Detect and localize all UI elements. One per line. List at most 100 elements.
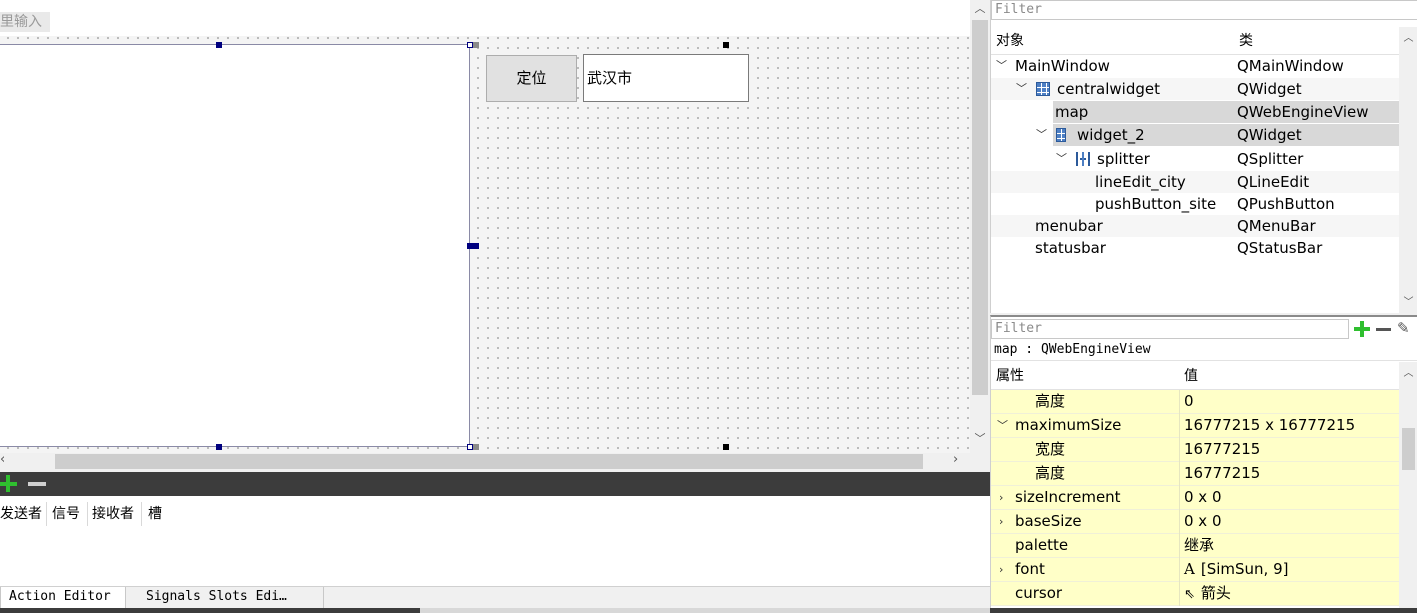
- property-filter-input[interactable]: Filter: [991, 319, 1349, 339]
- property-name: 高度: [1035, 392, 1066, 410]
- push-button-site[interactable]: 定位: [486, 55, 577, 102]
- property-name: cursor: [1015, 584, 1063, 602]
- selection-handle-top[interactable]: [216, 42, 222, 48]
- expand-chevron-icon[interactable]: ﹀: [997, 414, 1008, 437]
- property-value[interactable]: 0 x 0: [1184, 486, 1222, 509]
- canvas-horizontal-scrollbar[interactable]: ‹ ›: [0, 452, 970, 470]
- scroll-left-arrow-icon[interactable]: ‹: [0, 452, 5, 467]
- layout-handle-bottom[interactable]: [723, 444, 729, 450]
- tree-row-centralwidget[interactable]: ﹀ centralwidget QWidget: [991, 78, 1399, 100]
- collapse-chevron-icon[interactable]: ›: [999, 510, 1003, 533]
- column-header-sender-label: 发送者: [0, 506, 42, 522]
- scroll-right-arrow-icon[interactable]: ›: [953, 452, 958, 467]
- selection-handle-top-right-outer[interactable]: [473, 42, 479, 48]
- tree-row-pushbutton-site[interactable]: pushButton_site QPushButton: [991, 193, 1399, 215]
- header-object[interactable]: 对象: [996, 27, 1024, 55]
- property-row-height-max[interactable]: 高度 16777215: [991, 462, 1399, 486]
- tree-row-widget-2[interactable]: ﹀ widget_2 QWidget: [991, 124, 1399, 146]
- object-tree-header: 对象 类: [991, 27, 1399, 55]
- tree-row-map[interactable]: map QWebEngineView: [991, 101, 1399, 123]
- header-value[interactable]: 值: [1184, 362, 1198, 390]
- selection-handle-bottom[interactable]: [216, 444, 222, 450]
- property-row-basesize[interactable]: › baseSize 0 x 0: [991, 510, 1399, 534]
- column-header-slot[interactable]: 槽: [148, 502, 168, 526]
- tree-row-lineedit-city[interactable]: lineEdit_city QLineEdit: [991, 171, 1399, 193]
- tree-row-menubar[interactable]: menubar QMenuBar: [991, 215, 1399, 237]
- property-row-font[interactable]: › font A [SimSun, 9]: [991, 558, 1399, 582]
- property-name: maximumSize: [1015, 416, 1122, 434]
- property-scroll-thumb[interactable]: [1402, 428, 1415, 470]
- signal-slot-table[interactable]: ˇ 发送者 信号 接收者 槽: [0, 496, 990, 586]
- scroll-up-arrow-icon[interactable]: ︿: [1399, 364, 1417, 379]
- selected-object-caption: map : QWebEngineView: [991, 339, 1417, 361]
- expand-chevron-icon[interactable]: ﹀: [1016, 78, 1027, 100]
- expand-chevron-icon[interactable]: ﹀: [1056, 148, 1067, 170]
- column-header-sender[interactable]: ˇ 发送者: [0, 502, 47, 526]
- selection-handle-bottom-right-outer[interactable]: [473, 444, 479, 450]
- property-name: 宽度: [1035, 440, 1066, 458]
- expand-chevron-icon[interactable]: ﹀: [996, 55, 1007, 77]
- property-value[interactable]: 0: [1184, 390, 1194, 413]
- property-row-palette[interactable]: palette 继承: [991, 534, 1399, 558]
- column-header-receiver[interactable]: 接收者: [92, 502, 142, 526]
- collapse-chevron-icon[interactable]: ›: [999, 486, 1003, 509]
- signal-slot-toolbar: [0, 472, 990, 496]
- tree-row-class: QSplitter: [1237, 150, 1304, 168]
- tree-row-statusbar[interactable]: statusbar QStatusBar: [991, 237, 1399, 259]
- tree-row-name: MainWindow: [1015, 57, 1110, 75]
- scroll-down-arrow-icon[interactable]: ﹀: [970, 430, 990, 446]
- remove-property-minus-icon[interactable]: [1376, 328, 1391, 331]
- line-edit-city[interactable]: 武汉市: [583, 54, 749, 102]
- tree-row-name: map: [1055, 103, 1089, 121]
- property-scrollbar[interactable]: ︿: [1399, 362, 1417, 608]
- tab-action-editor[interactable]: Action Editor: [0, 587, 126, 609]
- tab-signals-slots-editor[interactable]: Signals Slots Edi…: [138, 587, 324, 609]
- expand-chevron-icon[interactable]: ﹀: [1036, 124, 1047, 146]
- canvas-vertical-scroll-thumb[interactable]: [972, 20, 988, 395]
- object-inspector: Filter 对象 类 ﹀ MainWindow QMainWindow ﹀ c…: [990, 0, 1417, 313]
- tree-row-name: lineEdit_city: [1095, 173, 1186, 191]
- font-glyph-icon: A: [1184, 560, 1195, 578]
- property-name: palette: [1015, 536, 1069, 554]
- property-value-font[interactable]: A [SimSun, 9]: [1184, 558, 1288, 581]
- canvas-horizontal-scroll-thumb[interactable]: [55, 454, 923, 469]
- tree-row-class: QLineEdit: [1237, 173, 1310, 191]
- form-canvas[interactable]: 里输入 定位 武汉市: [0, 0, 970, 453]
- property-value[interactable]: 继承: [1184, 534, 1214, 557]
- property-value[interactable]: 16777215 x 16777215: [1184, 414, 1355, 437]
- map-widget-selected[interactable]: [0, 44, 470, 447]
- property-value[interactable]: 16777215: [1184, 462, 1260, 485]
- configure-wrench-icon[interactable]: ✎: [1397, 319, 1410, 337]
- add-dynamic-property-plus-icon[interactable]: [1353, 320, 1371, 338]
- layout-handle-top[interactable]: [723, 42, 729, 48]
- property-value[interactable]: 16777215: [1184, 438, 1260, 461]
- column-header-signal[interactable]: 信号: [52, 502, 88, 526]
- property-value[interactable]: 0 x 0: [1184, 510, 1222, 533]
- property-row-cursor[interactable]: cursor ⇖ 箭头: [991, 582, 1399, 606]
- sort-caret-icon: ˇ: [15, 508, 20, 518]
- property-value-cursor[interactable]: ⇖ 箭头: [1184, 582, 1231, 606]
- tree-row-name: menubar: [1035, 217, 1103, 235]
- scroll-down-arrow-icon[interactable]: ﹀: [1399, 293, 1417, 308]
- tree-row-splitter[interactable]: ﹀ splitter QSplitter: [991, 148, 1399, 170]
- scroll-up-arrow-icon[interactable]: ︿: [1399, 29, 1417, 44]
- header-class[interactable]: 类: [1239, 27, 1253, 55]
- property-row-height[interactable]: 高度 0: [991, 390, 1399, 414]
- tree-row-class: QMainWindow: [1237, 57, 1344, 75]
- property-row-width[interactable]: 宽度 16777215: [991, 438, 1399, 462]
- object-tree-scrollbar[interactable]: ︿ ﹀: [1399, 27, 1417, 313]
- object-filter-input[interactable]: Filter: [991, 0, 1417, 20]
- tree-row-mainwindow[interactable]: ﹀ MainWindow QMainWindow: [991, 55, 1399, 77]
- property-name: sizeIncrement: [1015, 488, 1121, 506]
- splitter-icon: [1076, 152, 1090, 166]
- property-value: [SimSun, 9]: [1200, 560, 1289, 578]
- canvas-vertical-scrollbar[interactable]: ︿ ﹀: [970, 0, 990, 453]
- add-connection-plus-icon[interactable]: [0, 474, 20, 494]
- property-row-sizeincrement[interactable]: › sizeIncrement 0 x 0: [991, 486, 1399, 510]
- property-row-maximumsize[interactable]: ﹀ maximumSize 16777215 x 16777215: [991, 414, 1399, 438]
- header-property[interactable]: 属性: [996, 362, 1024, 390]
- selection-handle-right[interactable]: [467, 243, 479, 249]
- collapse-chevron-icon[interactable]: ›: [999, 558, 1003, 581]
- remove-connection-minus-icon[interactable]: [28, 482, 46, 486]
- scroll-up-arrow-icon[interactable]: ︿: [970, 0, 990, 16]
